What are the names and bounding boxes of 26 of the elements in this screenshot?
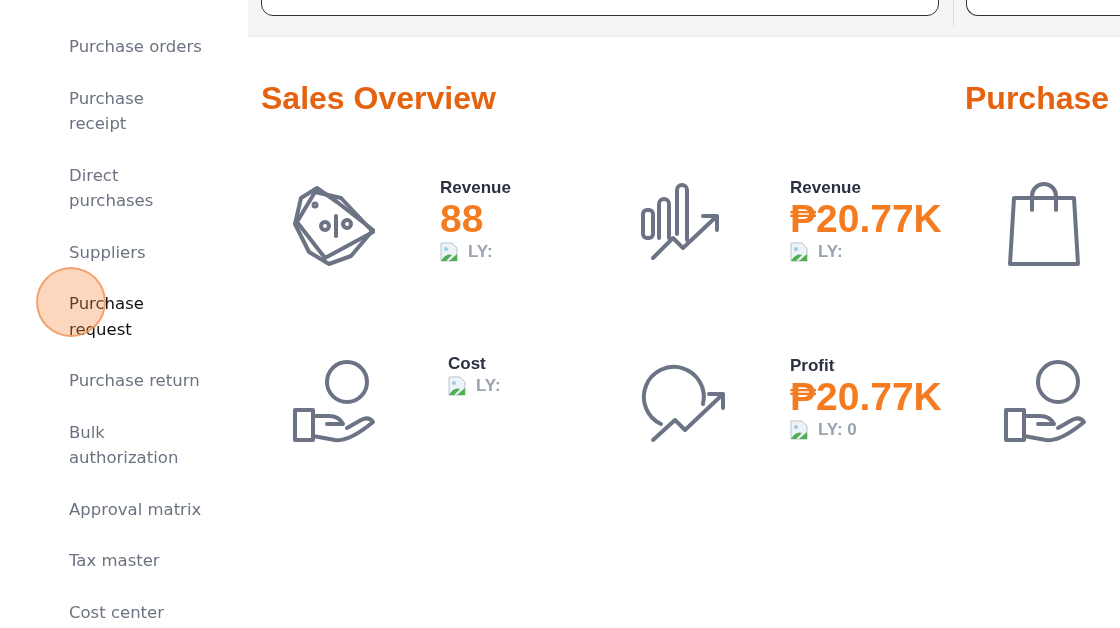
- sidebar-item[interactable]: Purchase receipt: [69, 72, 204, 150]
- broken-image-icon: [790, 420, 808, 440]
- sidebar-item[interactable]: Cost center: [69, 586, 204, 628]
- sidebar-item[interactable]: Bulk authorization: [69, 406, 204, 484]
- metric-value: ₱20.77K: [790, 376, 942, 418]
- metric-label: Profit: [790, 356, 836, 376]
- metric-label: Revenue: [790, 178, 862, 198]
- metric-label: Cost: [448, 354, 487, 374]
- metric-label: Revenue: [440, 178, 511, 198]
- last-year-text: LY:: [468, 242, 493, 262]
- last-year-text: LY:: [818, 242, 843, 262]
- sidebar-item[interactable]: Purchase return: [69, 355, 204, 407]
- sidebar-item[interactable]: Tax master: [69, 535, 204, 587]
- broken-image-icon: [448, 376, 466, 396]
- sidebar-item[interactable]: Direct purchases: [69, 149, 204, 227]
- broken-image-icon: [790, 242, 808, 262]
- last-year-text: LY:: [476, 376, 501, 396]
- metric-value: 88: [440, 198, 485, 240]
- last-year-text: LY: 0: [818, 420, 857, 440]
- broken-image-icon: [440, 242, 458, 262]
- sidebar-item[interactable]: Suppliers: [69, 226, 204, 278]
- sidebar-item[interactable]: Approval matrix: [69, 483, 204, 535]
- section-title: Purchase: [965, 79, 1111, 118]
- sidebar-item[interactable]: Purchase orders: [69, 21, 204, 73]
- metric-value: ₱20.77K: [790, 198, 942, 240]
- section-title: Sales Overview: [261, 79, 497, 118]
